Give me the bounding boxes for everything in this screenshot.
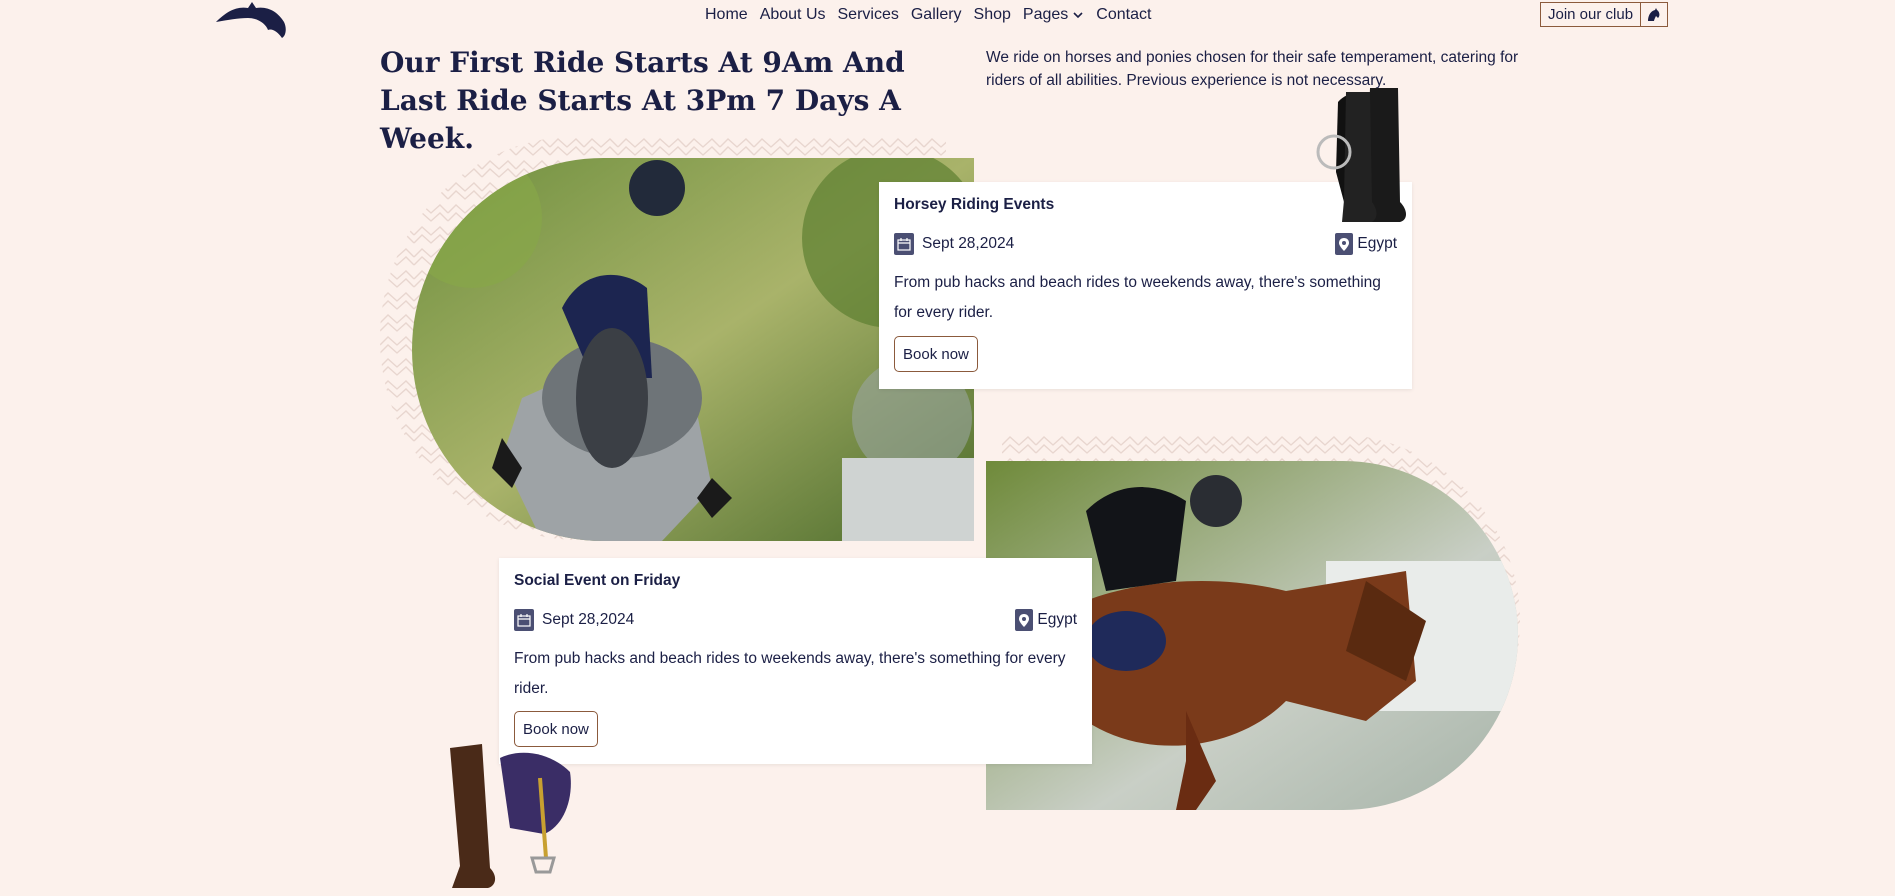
intro-text: We ride on horses and ponies chosen for … — [986, 49, 1519, 89]
event-location: Egypt — [1015, 609, 1077, 631]
event-card-social-friday: Social Event on Friday Sept 28,2024 Egyp… — [499, 558, 1092, 764]
join-club-label: Join our club — [1541, 3, 1642, 26]
event-title: Social Event on Friday — [514, 572, 681, 589]
event-date: Sept 28,2024 — [514, 609, 634, 631]
nav-services[interactable]: Services — [838, 4, 899, 26]
horse-head-logo-icon[interactable] — [214, 0, 290, 40]
calendar-icon — [514, 609, 534, 631]
event-title: Horsey Riding Events — [894, 196, 1055, 213]
riding-boot-saddle-image — [450, 744, 571, 888]
nav-about-us[interactable]: About Us — [760, 4, 826, 26]
chevron-down-icon — [1073, 12, 1083, 19]
horse-head-icon — [1641, 3, 1667, 26]
book-now-button[interactable]: Book now — [894, 336, 978, 372]
event-date-text: Sept 28,2024 — [542, 611, 635, 628]
nav-shop[interactable]: Shop — [974, 4, 1011, 26]
nav-contact[interactable]: Contact — [1096, 4, 1151, 26]
event-location-text: Egypt — [1357, 235, 1397, 252]
location-pin-icon — [1015, 609, 1034, 631]
location-pin-icon — [1335, 233, 1354, 255]
event-date: Sept 28,2024 — [894, 233, 1014, 255]
join-club-button[interactable]: Join our club — [1540, 2, 1669, 27]
nav-pages-dropdown[interactable]: Pages — [1023, 4, 1084, 26]
event-location-text: Egypt — [1037, 611, 1077, 628]
nav-home[interactable]: Home — [705, 4, 748, 26]
event-description: From pub hacks and beach rides to weeken… — [514, 650, 1066, 697]
event-description: From pub hacks and beach rides to weeken… — [894, 274, 1381, 321]
event-location: Egypt — [1335, 233, 1397, 255]
calendar-icon — [894, 233, 914, 255]
nav-gallery[interactable]: Gallery — [911, 4, 962, 26]
main-nav: Home About Us Services Gallery Shop Page… — [705, 4, 1151, 26]
nav-pages-label: Pages — [1022, 6, 1069, 23]
riding-boots-saddle-image — [1316, 88, 1406, 222]
event-date-text: Sept 28,2024 — [922, 235, 1015, 252]
